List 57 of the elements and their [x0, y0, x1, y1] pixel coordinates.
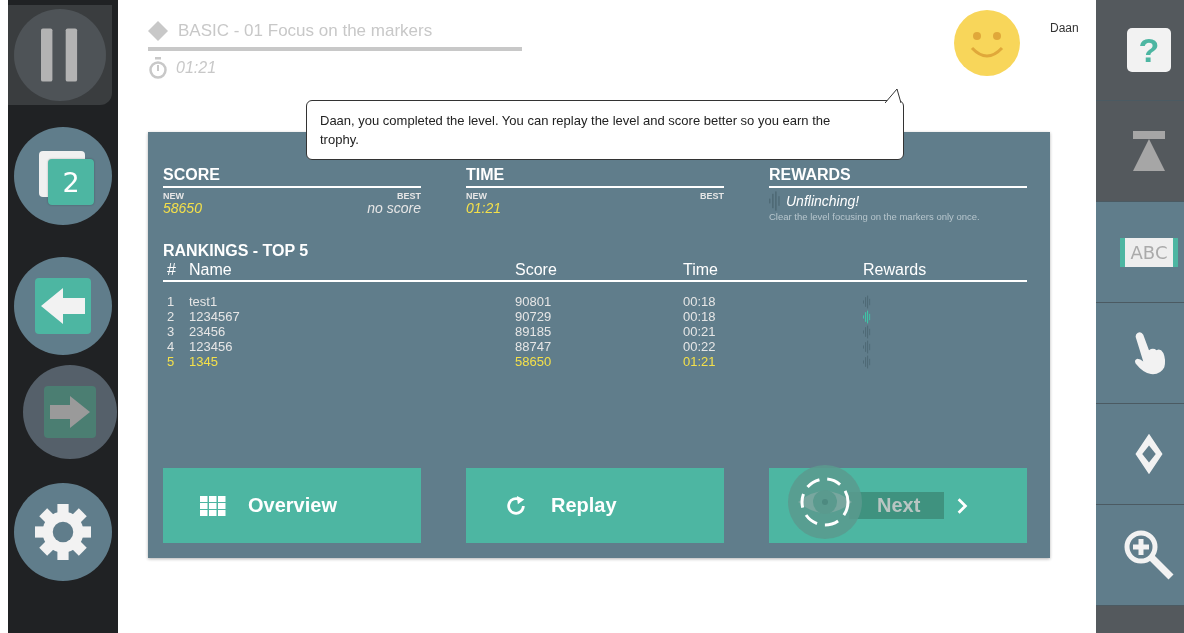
- name-cell-text: test1: [189, 294, 219, 309]
- section-heading: SCORE: [163, 166, 221, 184]
- message-text: Daan, you completed the level. You can replay the level and score better so you earn the trophy.: [320, 112, 832, 149]
- rank-cell-text: 1: [167, 294, 176, 309]
- replay-button[interactable]: Replay: [466, 468, 724, 543]
- stat-label: NEW: [466, 191, 487, 201]
- rank-cell-text: 4: [167, 339, 176, 354]
- stopwatch-icon: [148, 57, 168, 79]
- weight-icon: [1131, 129, 1167, 173]
- score-cell-text: 58650: [515, 354, 553, 369]
- text-tool-button[interactable]: ABC: [1096, 202, 1184, 303]
- grid-icon: [200, 494, 226, 517]
- best-score: no score: [367, 201, 421, 216]
- time-cell-text: 01:21: [683, 354, 717, 369]
- settings-icon: [35, 504, 91, 560]
- rank-cell-text: 2: [167, 309, 176, 324]
- time-cell-text: 00:21: [683, 324, 717, 339]
- score-cell-text: 90801: [515, 294, 553, 309]
- stat-label: BEST: [397, 191, 421, 201]
- column-header: Time: [683, 260, 719, 280]
- zoom-tool-button[interactable]: [1096, 505, 1184, 606]
- name-cell-text: 123456: [189, 339, 234, 354]
- score-cell-text: 89185: [515, 324, 553, 339]
- time-cell-text: 00:22: [683, 339, 717, 354]
- name-cell-text: 1345: [189, 354, 219, 369]
- zoom-in-icon: [1123, 529, 1175, 581]
- reward-description: Clear the level focusing on the markers only once.: [769, 211, 981, 222]
- stat-label: NEW: [163, 191, 184, 201]
- user-name: Daan: [1050, 21, 1079, 35]
- name-cell-text: 1234567: [189, 309, 241, 324]
- overview-button[interactable]: Overview: [163, 468, 421, 543]
- column-header: Name: [189, 260, 233, 280]
- stat-label: BEST: [700, 191, 724, 201]
- pause-icon: [41, 28, 79, 82]
- score-cell-text: 90729: [515, 309, 553, 324]
- section-heading: TIME: [466, 166, 506, 184]
- time-cell-text: 00:18: [683, 294, 717, 309]
- section-heading: REWARDS: [769, 166, 852, 184]
- rank-cell-text: 3: [167, 324, 176, 339]
- smiley-avatar: [954, 10, 1020, 76]
- column-header: Rewards: [863, 260, 928, 280]
- new-score: 58650: [163, 201, 202, 216]
- hand-tool-button[interactable]: [1096, 303, 1184, 404]
- chevron-right-icon: [956, 496, 969, 515]
- column-header: #: [167, 260, 177, 280]
- pages-button[interactable]: 2: [14, 127, 112, 225]
- rankings-title: RANKINGS - TOP 5: [163, 242, 310, 260]
- eye-marker-icon: [788, 465, 862, 539]
- time-cell-text: 00:18: [683, 309, 717, 324]
- score-cell-text: 88747: [515, 339, 553, 354]
- reward-name: Unflinching!: [786, 193, 860, 209]
- rank-cell-text: 5: [167, 354, 176, 369]
- diamond-icon: [148, 21, 168, 41]
- column-header: Score: [515, 260, 558, 280]
- new-time: 01:21: [466, 201, 502, 216]
- name-cell-text: 23456: [189, 324, 227, 339]
- marker-tool-button[interactable]: [1096, 404, 1184, 505]
